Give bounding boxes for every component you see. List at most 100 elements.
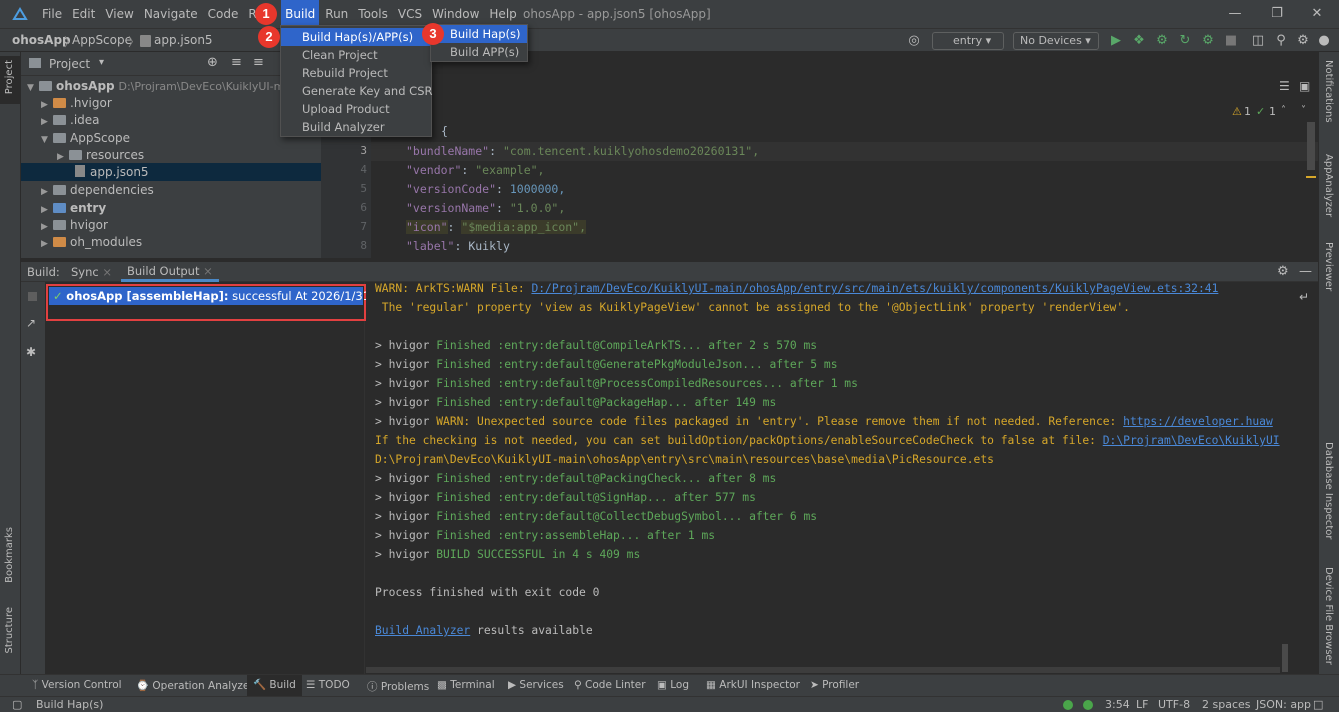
menu-code[interactable]: Code	[204, 0, 243, 28]
device-select[interactable]: No Devices ▾	[1013, 32, 1099, 50]
lock-icon[interactable]: □	[1313, 698, 1323, 711]
menu-build[interactable]: Build	[281, 0, 320, 28]
tree-item-oh-modules[interactable]: ▶ oh_modules	[41, 233, 142, 251]
tree-root[interactable]: ▼ ohosApp D:\Projram\DevEco\KuiklyUI-main	[27, 77, 301, 95]
tree-item-resources[interactable]: ▶ resources	[57, 146, 144, 164]
status-indicator-icon[interactable]	[1083, 700, 1093, 710]
toggle-tool-windows-icon[interactable]: ▢	[12, 698, 22, 711]
menu-item-build-analyzer[interactable]: Build Analyzer	[281, 118, 431, 136]
preview-mode-icon[interactable]: ▣	[1299, 79, 1310, 93]
soft-wrap-icon[interactable]: ↵	[1299, 290, 1309, 304]
build-entry[interactable]: ✓ ohosApp [assembleHap]: successful At 2…	[49, 287, 407, 305]
toolwindow-build[interactable]: 🔨 Build	[247, 675, 302, 696]
user-icon[interactable]: ●	[1316, 33, 1332, 49]
menu-edit[interactable]: Edit	[68, 0, 99, 28]
tree-item-idea[interactable]: ▶ .idea	[41, 111, 100, 129]
pin-icon[interactable]: ✱	[26, 345, 36, 359]
stop-icon[interactable]: ■	[1223, 33, 1239, 49]
chevron-down-icon[interactable]: ˅	[1301, 105, 1306, 116]
menu-vcs[interactable]: VCS	[394, 0, 426, 28]
structure-stripe-button[interactable]: Structure	[4, 607, 15, 654]
tree-item-hvigor[interactable]: ▶ hvigor	[41, 216, 108, 234]
toolwindow-terminal[interactable]: ▩ Terminal	[437, 679, 495, 691]
menu-item-rebuild-project[interactable]: Rebuild Project	[281, 64, 431, 82]
tab-build-output[interactable]: Build Output ×	[121, 262, 219, 282]
minimize-panel-icon[interactable]: —	[1299, 264, 1312, 279]
settings-icon[interactable]: ⚙	[1295, 33, 1311, 49]
menu-item-upload-product[interactable]: Upload Product	[281, 100, 431, 118]
device-manager-icon[interactable]: ◫	[1250, 33, 1266, 49]
editor-scrollbar[interactable]	[1307, 122, 1315, 170]
console-link[interactable]: D:/Projram/DevEco/KuiklyUI-main/ohosApp/…	[531, 282, 1218, 295]
open-in-editor-icon[interactable]: ↗	[26, 316, 36, 330]
rerun-icon[interactable]: ↻	[1177, 33, 1193, 49]
file-encoding[interactable]: UTF-8	[1158, 698, 1190, 711]
appanalyzer-stripe-button[interactable]: AppAnalyzer	[1323, 154, 1334, 217]
tree-item-app-json5[interactable]: app.json5	[21, 163, 321, 181]
toolwindow-arkui-inspector[interactable]: ▦ ArkUI Inspector	[706, 679, 800, 691]
warning-icon[interactable]: ⚠	[1232, 105, 1242, 118]
menu-view[interactable]: View	[101, 0, 137, 28]
indent-setting[interactable]: 2 spaces	[1202, 698, 1251, 711]
console-scrollbar[interactable]	[1282, 644, 1288, 672]
collapse-all-icon[interactable]: ≡	[231, 55, 242, 70]
locate-icon[interactable]: ⊕	[207, 55, 218, 70]
toolwindow-problems[interactable]: ⓘ Problems	[367, 679, 429, 694]
project-view-title[interactable]: Project	[49, 57, 90, 71]
reader-mode-icon[interactable]: ☰	[1279, 79, 1290, 93]
breadcrumb-file[interactable]: app.json5	[154, 33, 213, 47]
target-icon[interactable]: ◎	[906, 33, 922, 49]
expand-all-icon[interactable]: ≡	[253, 55, 264, 70]
tab-sync[interactable]: Sync ×	[71, 265, 112, 279]
toolwindow-code-linter[interactable]: ⚲ Code Linter	[574, 679, 646, 691]
database-inspector-stripe-button[interactable]: Database Inspector	[1323, 442, 1334, 540]
toolwindow-todo[interactable]: ☰ TODO	[306, 679, 350, 691]
previewer-stripe-button[interactable]: Previewer	[1323, 242, 1334, 291]
toolwindow-services[interactable]: ▶ Services	[508, 679, 564, 691]
build-console[interactable]: WARN: ArkTS:WARN File: D:/Projram/DevEco…	[366, 282, 1294, 674]
tree-item-hvigor-dot[interactable]: ▶ .hvigor	[41, 94, 112, 112]
console-link[interactable]: Build Analyzer	[375, 624, 470, 637]
close-icon[interactable]: ✕	[1309, 6, 1325, 22]
toolwindow-operation-analyzer[interactable]: ⌚ Operation Analyzer	[136, 679, 254, 692]
device-file-browser-stripe-button[interactable]: Device File Browser	[1323, 567, 1334, 665]
bookmarks-stripe-button[interactable]: Bookmarks	[4, 527, 15, 583]
maximize-icon[interactable]: ❐	[1269, 6, 1285, 22]
file-type[interactable]: JSON: app	[1256, 698, 1311, 711]
menu-item-build-apps[interactable]: Build APP(s)	[431, 43, 527, 61]
stop-build-icon[interactable]	[28, 292, 37, 301]
breadcrumb-appscope[interactable]: AppScope	[72, 33, 132, 47]
menu-item-build-haps-apps[interactable]: Build Hap(s)/APP(s)	[281, 28, 431, 46]
menu-navigate[interactable]: Navigate	[140, 0, 202, 28]
warning-marker[interactable]	[1306, 176, 1316, 178]
settings-icon[interactable]: ⚙	[1277, 264, 1289, 279]
notifications-stripe-button[interactable]: Notifications	[1323, 60, 1334, 123]
chevron-up-icon[interactable]: ˄	[1281, 105, 1286, 116]
toolwindow-log[interactable]: ▣ Log	[657, 679, 689, 691]
line-separator[interactable]: LF	[1136, 698, 1148, 711]
code-editor[interactable]: 3 4 5 6 7 8 { "bundleName": "com.tencent…	[321, 52, 1318, 258]
menu-file[interactable]: File	[38, 0, 66, 28]
minimize-icon[interactable]: —	[1227, 6, 1243, 22]
toolwindow-profiler[interactable]: ➤ Profiler	[810, 679, 859, 691]
console-hscrollbar[interactable]	[366, 667, 1280, 673]
search-icon[interactable]: ⚲	[1273, 33, 1289, 49]
toolwindow-version-control[interactable]: ᛉ Version Control	[32, 679, 122, 691]
run-config-select[interactable]: entry ▾	[932, 32, 1004, 50]
tree-item-entry[interactable]: ▶ entry	[41, 199, 106, 217]
menu-run[interactable]: Run	[321, 0, 352, 28]
close-icon[interactable]: ×	[102, 265, 112, 279]
attach-debugger-icon[interactable]: ⚙	[1200, 33, 1216, 49]
menu-item-build-haps[interactable]: Build Hap(s)	[431, 25, 527, 43]
debug-icon[interactable]: ❖	[1131, 33, 1147, 49]
menu-item-clean-project[interactable]: Clean Project	[281, 46, 431, 64]
menu-item-generate-key[interactable]: Generate Key and CSR	[281, 82, 432, 100]
breadcrumb-project[interactable]: ohosApp	[12, 33, 71, 47]
tree-item-appscope[interactable]: ▼ AppScope	[41, 129, 130, 147]
tree-item-dependencies[interactable]: ▶ dependencies	[41, 181, 154, 199]
close-icon[interactable]: ×	[203, 264, 213, 278]
profile-icon[interactable]: ⚙	[1154, 33, 1170, 49]
console-link[interactable]: https://developer.huaw	[1123, 415, 1273, 428]
menu-tools[interactable]: Tools	[354, 0, 392, 28]
run-icon[interactable]: ▶	[1108, 33, 1124, 49]
